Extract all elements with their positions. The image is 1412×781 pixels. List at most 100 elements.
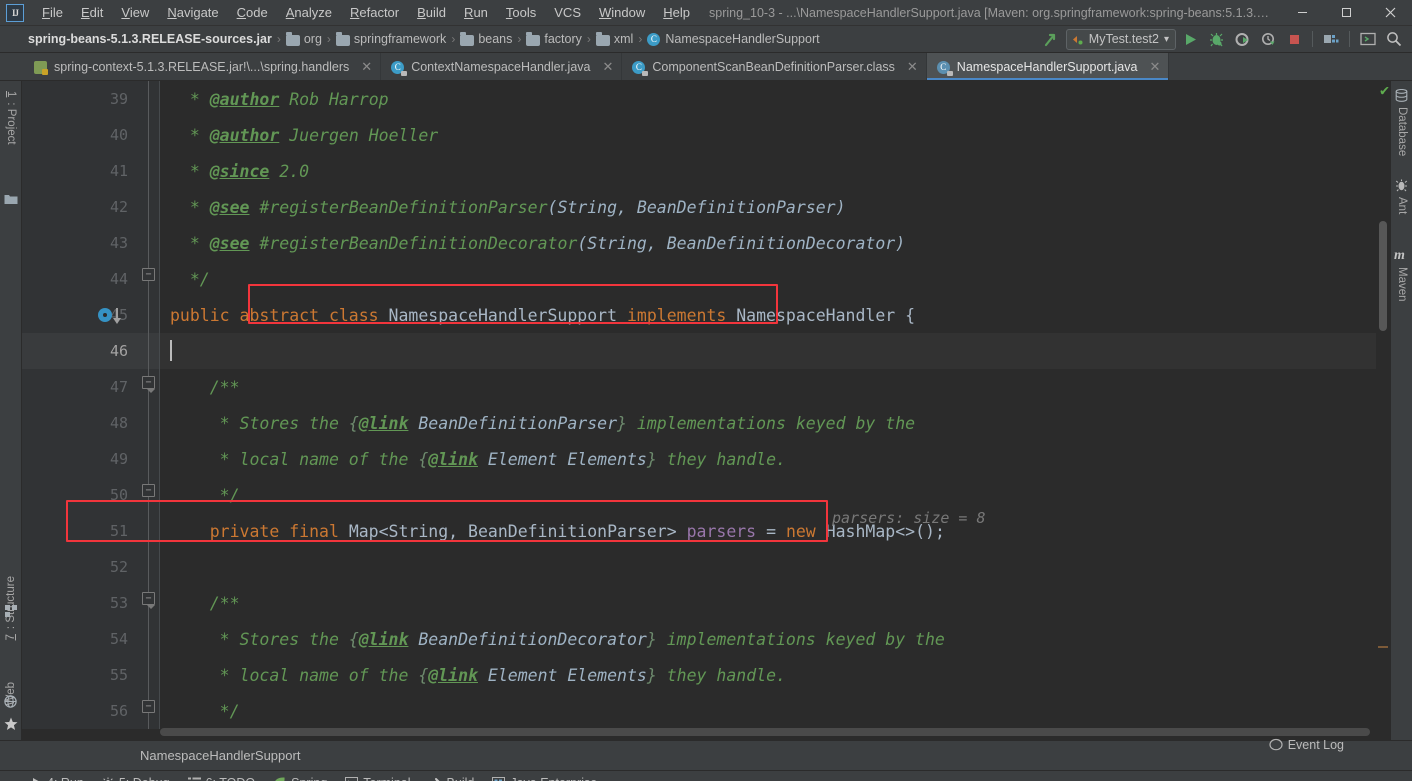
fold-gutter[interactable]: −	[138, 369, 160, 405]
close-icon[interactable]: ✕	[1149, 59, 1160, 75]
fold-gutter[interactable]	[138, 657, 160, 693]
menu-item-navigate[interactable]: Navigate	[158, 2, 227, 23]
code-line[interactable]: 41 * @since 2.0	[22, 153, 1390, 189]
fold-gutter[interactable]	[138, 81, 160, 117]
event-log-button[interactable]: Event Log	[1269, 733, 1344, 757]
fold-toggle-icon[interactable]: −	[142, 268, 155, 281]
fold-gutter[interactable]	[138, 405, 160, 441]
fold-gutter[interactable]	[138, 441, 160, 477]
fold-gutter[interactable]	[138, 333, 160, 369]
breadcrumb-item-beans[interactable]: beans	[456, 31, 516, 47]
fold-gutter[interactable]	[138, 189, 160, 225]
code-line[interactable]: 44− */	[22, 261, 1390, 297]
fold-gutter[interactable]	[138, 621, 160, 657]
code-line[interactable]: 43 * @see #registerBeanDefinitionDecorat…	[22, 225, 1390, 261]
menu-item-view[interactable]: View	[112, 2, 158, 23]
menu-item-help[interactable]: Help	[654, 2, 699, 23]
stop-icon[interactable]	[1282, 28, 1306, 50]
web-icon[interactable]	[4, 695, 17, 708]
maximize-button[interactable]	[1324, 0, 1368, 26]
editor-tab-namespacehandlersupport-java[interactable]: C NamespaceHandlerSupport.java ✕	[926, 53, 1170, 80]
fold-toggle-icon[interactable]: −	[142, 700, 155, 713]
structure-icon[interactable]	[5, 605, 17, 617]
favorites-star-icon[interactable]	[4, 717, 18, 731]
bottom-tool-javaenterprise[interactable]: Java Enterprise	[483, 774, 606, 781]
bottom-tool-run[interactable]: 4: Run	[22, 774, 93, 781]
breadcrumb-item-springframework[interactable]: springframework	[332, 31, 450, 47]
menu-item-edit[interactable]: Edit	[72, 2, 112, 23]
fold-gutter[interactable]: −	[138, 477, 160, 513]
code-line[interactable]: 51 private final Map<String, BeanDefinit…	[22, 513, 1390, 549]
sidebar-item-database[interactable]: Database	[1396, 107, 1408, 156]
code-line[interactable]: 45 public abstract class NamespaceHandler…	[22, 297, 1390, 333]
breadcrumb-item-org[interactable]: org	[282, 31, 326, 47]
code-line[interactable]: 52	[22, 549, 1390, 585]
project-icon[interactable]	[4, 193, 18, 205]
update-project-icon[interactable]	[1040, 28, 1064, 50]
bottom-tool-todo[interactable]: 6: TODO	[179, 774, 265, 781]
code-line[interactable]: 48 * Stores the {@link BeanDefinitionPar…	[22, 405, 1390, 441]
bottom-tool-debug[interactable]: 5: Debug	[93, 774, 179, 781]
ant-icon[interactable]	[1395, 179, 1408, 192]
run-configuration-selector[interactable]: MyTest.test2 ▾	[1065, 28, 1176, 50]
database-icon[interactable]	[1395, 89, 1408, 102]
menu-item-build[interactable]: Build	[408, 2, 455, 23]
close-icon[interactable]: ✕	[602, 59, 613, 75]
code-line[interactable]: 39 * @author Rob Harrop	[22, 81, 1390, 117]
editor-horizontal-scrollbar[interactable]	[160, 728, 1370, 736]
menu-item-file[interactable]: File	[33, 2, 72, 23]
code-line[interactable]: 47− /**	[22, 369, 1390, 405]
fold-gutter[interactable]	[138, 225, 160, 261]
bottom-tool-terminal[interactable]: Terminal	[336, 774, 419, 781]
minimize-button[interactable]	[1280, 0, 1324, 26]
sidebar-item-project[interactable]: 1: Project	[5, 91, 17, 145]
menu-item-window[interactable]: Window	[590, 2, 654, 23]
implemented-by-gutter-icon[interactable]	[98, 305, 134, 325]
inspection-status-icon[interactable]: ✔	[1380, 83, 1389, 98]
menu-item-tools[interactable]: Tools	[497, 2, 545, 23]
code-line[interactable]: 55 * local name of the {@link Element El…	[22, 657, 1390, 693]
fold-gutter[interactable]	[138, 117, 160, 153]
run-icon[interactable]	[1178, 28, 1202, 50]
editor-tab-contextnamespacehandler-java[interactable]: C ContextNamespaceHandler.java ✕	[381, 53, 623, 80]
code-line[interactable]: 40 * @author Juergen Hoeller	[22, 117, 1390, 153]
menu-item-run[interactable]: Run	[455, 2, 497, 23]
bottom-tool-build[interactable]: Build	[420, 774, 484, 781]
close-icon[interactable]: ✕	[907, 59, 918, 75]
fold-gutter[interactable]: −	[138, 693, 160, 729]
menu-item-code[interactable]: Code	[228, 2, 277, 23]
code-line[interactable]: 50− */	[22, 477, 1390, 513]
fold-gutter[interactable]	[138, 513, 160, 549]
sidebar-item-ant[interactable]: Ant	[1396, 197, 1408, 214]
breadcrumb-item-factory[interactable]: factory	[522, 31, 586, 47]
run-with-coverage-icon[interactable]	[1230, 28, 1254, 50]
editor-breadcrumb-label[interactable]: NamespaceHandlerSupport	[140, 748, 300, 763]
search-everywhere-icon[interactable]	[1382, 28, 1406, 50]
maven-icon[interactable]: m	[1394, 249, 1405, 263]
fold-toggle-icon[interactable]: −	[142, 484, 155, 497]
editor-tab-spring-context-5-1-3-release-jar-spring-handlers[interactable]: spring-context-5.1.3.RELEASE.jar!\...\sp…	[24, 53, 382, 80]
code-line[interactable]: 46	[22, 333, 1390, 369]
breadcrumb-item-namespacehandlersupport[interactable]: C NamespaceHandlerSupport	[643, 31, 823, 47]
close-icon[interactable]: ✕	[361, 59, 372, 75]
debug-icon[interactable]	[1204, 28, 1228, 50]
code-line[interactable]: 42 * @see #registerBeanDefinitionParser(…	[22, 189, 1390, 225]
breadcrumb-item-spring-beans-5-1-3-release-sources-jar[interactable]: spring-beans-5.1.3.RELEASE-sources.jar	[6, 31, 276, 47]
fold-gutter[interactable]: −	[138, 261, 160, 297]
code-line[interactable]: 56− */	[22, 693, 1390, 729]
code-editor[interactable]: 39 * @author Rob Harrop 40 * @author Juer…	[22, 81, 1390, 740]
menu-item-analyze[interactable]: Analyze	[277, 2, 341, 23]
fold-gutter[interactable]	[138, 297, 160, 333]
fold-toggle-icon[interactable]: −	[142, 592, 155, 609]
code-line[interactable]: 53− /**	[22, 585, 1390, 621]
scrollbar-thumb[interactable]	[1379, 221, 1387, 331]
close-button[interactable]	[1368, 0, 1412, 26]
project-structure-icon[interactable]	[1319, 28, 1343, 50]
code-line[interactable]: 54 * Stores the {@link BeanDefinitionDec…	[22, 621, 1390, 657]
terminal-icon[interactable]	[1356, 28, 1380, 50]
bottom-tool-spring[interactable]: Spring	[264, 774, 336, 781]
menu-item-vcs[interactable]: VCS	[545, 2, 590, 23]
editor-tab-componentscanbeandefinitionparser-class[interactable]: C ComponentScanBeanDefinitionParser.class…	[622, 53, 927, 80]
fold-gutter[interactable]: −	[138, 585, 160, 621]
fold-gutter[interactable]	[138, 153, 160, 189]
